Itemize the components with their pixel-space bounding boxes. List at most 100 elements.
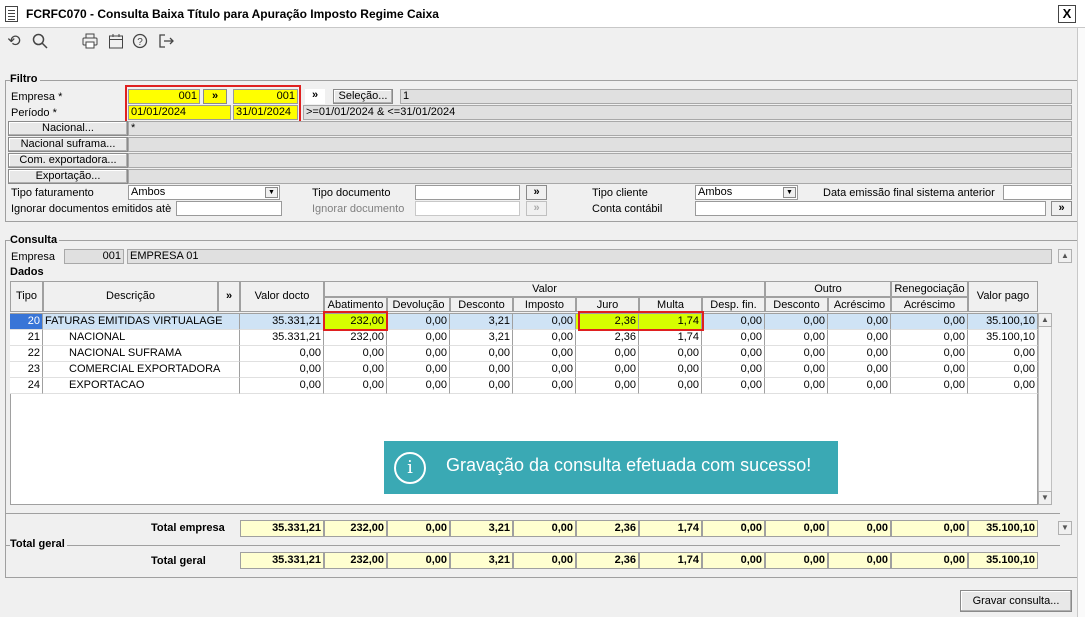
nacional-button[interactable]: Nacional... [8, 121, 128, 136]
cell-juro[interactable]: 0,00 [576, 346, 639, 362]
cell-devolucao[interactable]: 0,00 [387, 314, 450, 330]
cell-outro-desconto[interactable]: 0,00 [765, 362, 828, 378]
scroll-up-icon[interactable]: ▲ [1038, 313, 1052, 327]
search-icon[interactable] [30, 33, 50, 54]
cell-desconto[interactable]: 0,00 [450, 378, 513, 394]
cell-devolucao[interactable]: 0,00 [387, 362, 450, 378]
chevron-down-icon[interactable]: ▼ [265, 187, 278, 198]
cell-desconto[interactable]: 3,21 [450, 330, 513, 346]
cell-tipo[interactable]: 20 [10, 314, 43, 330]
cell-valor-docto[interactable]: 35.331,21 [240, 314, 324, 330]
tipo-faturamento-select[interactable]: Ambos ▼ [128, 185, 280, 200]
col-expand-button[interactable]: » [218, 281, 240, 312]
cell-desp-fin[interactable]: 0,00 [702, 362, 765, 378]
selecao-arrow[interactable]: » [305, 89, 325, 104]
cell-desp-fin[interactable]: 0,00 [702, 330, 765, 346]
cell-descricao[interactable]: COMERCIAL EXPORTADORA [43, 362, 240, 378]
cell-desp-fin[interactable]: 0,00 [702, 314, 765, 330]
col-valor-docto[interactable]: Valor docto [240, 281, 324, 312]
col-tipo[interactable]: Tipo [10, 281, 43, 312]
scroll-up-icon[interactable]: ▲ [1058, 249, 1072, 263]
cell-descricao[interactable]: NACIONAL [43, 330, 240, 346]
tipo-cliente-select[interactable]: Ambos ▼ [695, 185, 798, 200]
cell-reneg-acrescimo[interactable]: 0,00 [891, 362, 968, 378]
selecao-button[interactable]: Seleção... [333, 89, 393, 104]
data-emissao-input[interactable] [1003, 185, 1072, 200]
cell-multa[interactable]: 0,00 [639, 378, 702, 394]
col-abatimento[interactable]: Abatimento [324, 297, 387, 312]
scroll-down-icon[interactable]: ▼ [1058, 521, 1072, 535]
cell-multa[interactable]: 1,74 [639, 330, 702, 346]
cell-outro-acrescimo[interactable]: 0,00 [828, 362, 891, 378]
col-reneg-acrescimo[interactable]: Acréscimo [891, 297, 968, 312]
com-exportadora-button[interactable]: Com. exportadora... [8, 153, 128, 168]
cell-descricao[interactable]: EXPORTACAO [43, 378, 240, 394]
cell-outro-desconto[interactable]: 0,00 [765, 378, 828, 394]
cell-reneg-acrescimo[interactable]: 0,00 [891, 346, 968, 362]
col-imposto[interactable]: Imposto [513, 297, 576, 312]
cell-valor-pago[interactable]: 35.100,10 [968, 314, 1038, 330]
cell-descricao[interactable]: FATURAS EMITIDAS VIRTUALAGE [43, 314, 240, 330]
cell-valor-docto[interactable]: 35.331,21 [240, 330, 324, 346]
cell-imposto[interactable]: 0,00 [513, 330, 576, 346]
col-desp-fin[interactable]: Desp. fin. [702, 297, 765, 312]
cell-imposto[interactable]: 0,00 [513, 378, 576, 394]
refresh-icon[interactable]: ⟲ [4, 33, 24, 51]
gravar-consulta-button[interactable]: Gravar consulta... [960, 590, 1072, 612]
conta-contabil-lookup[interactable]: » [1051, 201, 1072, 216]
cell-imposto[interactable]: 0,00 [513, 362, 576, 378]
help-icon[interactable]: ? [130, 33, 150, 54]
cell-valor-pago[interactable]: 0,00 [968, 346, 1038, 362]
cell-devolucao[interactable]: 0,00 [387, 346, 450, 362]
cell-juro[interactable]: 0,00 [576, 362, 639, 378]
col-desconto[interactable]: Desconto [450, 297, 513, 312]
cell-tipo[interactable]: 22 [10, 346, 43, 362]
col-multa[interactable]: Multa [639, 297, 702, 312]
cell-tipo[interactable]: 21 [10, 330, 43, 346]
col-outro-desconto[interactable]: Desconto [765, 297, 828, 312]
cell-desp-fin[interactable]: 0,00 [702, 378, 765, 394]
tipo-documento-lookup[interactable]: » [526, 185, 547, 200]
close-button[interactable]: X [1058, 5, 1076, 23]
cell-valor-pago[interactable]: 0,00 [968, 378, 1038, 394]
cell-outro-desconto[interactable]: 0,00 [765, 346, 828, 362]
cell-outro-desconto[interactable]: 0,00 [765, 330, 828, 346]
cell-abatimento[interactable]: 0,00 [324, 378, 387, 394]
cell-valor-pago[interactable]: 35.100,10 [968, 330, 1038, 346]
cell-outro-acrescimo[interactable]: 0,00 [828, 346, 891, 362]
tipo-documento-input[interactable] [415, 185, 520, 200]
cell-reneg-acrescimo[interactable]: 0,00 [891, 378, 968, 394]
col-descricao[interactable]: Descrição [43, 281, 218, 312]
cell-abatimento[interactable]: 0,00 [324, 346, 387, 362]
grid-scrollbar[interactable]: ▲ ▼ [1038, 313, 1052, 505]
col-devolucao[interactable]: Devolução [387, 297, 450, 312]
suframa-button[interactable]: Nacional suframa... [8, 137, 128, 152]
cell-outro-desconto[interactable]: 0,00 [765, 314, 828, 330]
cell-valor-pago[interactable]: 0,00 [968, 362, 1038, 378]
cell-desp-fin[interactable]: 0,00 [702, 346, 765, 362]
cell-outro-acrescimo[interactable]: 0,00 [828, 378, 891, 394]
cell-abatimento[interactable]: 232,00 [324, 330, 387, 346]
col-juro[interactable]: Juro [576, 297, 639, 312]
cell-juro[interactable]: 0,00 [576, 378, 639, 394]
cell-devolucao[interactable]: 0,00 [387, 378, 450, 394]
cell-multa[interactable]: 0,00 [639, 346, 702, 362]
printer-icon[interactable] [80, 33, 100, 54]
cell-outro-acrescimo[interactable]: 0,00 [828, 314, 891, 330]
cell-descricao[interactable]: NACIONAL SUFRAMA [43, 346, 240, 362]
cell-outro-acrescimo[interactable]: 0,00 [828, 330, 891, 346]
cell-tipo[interactable]: 23 [10, 362, 43, 378]
cell-devolucao[interactable]: 0,00 [387, 330, 450, 346]
cell-desconto[interactable]: 0,00 [450, 346, 513, 362]
cell-reneg-acrescimo[interactable]: 0,00 [891, 330, 968, 346]
col-outro-acrescimo[interactable]: Acréscimo [828, 297, 891, 312]
cell-juro[interactable]: 2,36 [576, 330, 639, 346]
scroll-down-icon[interactable]: ▼ [1038, 491, 1052, 505]
cell-imposto[interactable]: 0,00 [513, 314, 576, 330]
calendar-icon[interactable] [106, 33, 126, 54]
cell-tipo[interactable]: 24 [10, 378, 43, 394]
exit-icon[interactable] [156, 33, 176, 54]
chevron-down-icon[interactable]: ▼ [783, 187, 796, 198]
cell-valor-docto[interactable]: 0,00 [240, 378, 324, 394]
cell-imposto[interactable]: 0,00 [513, 346, 576, 362]
